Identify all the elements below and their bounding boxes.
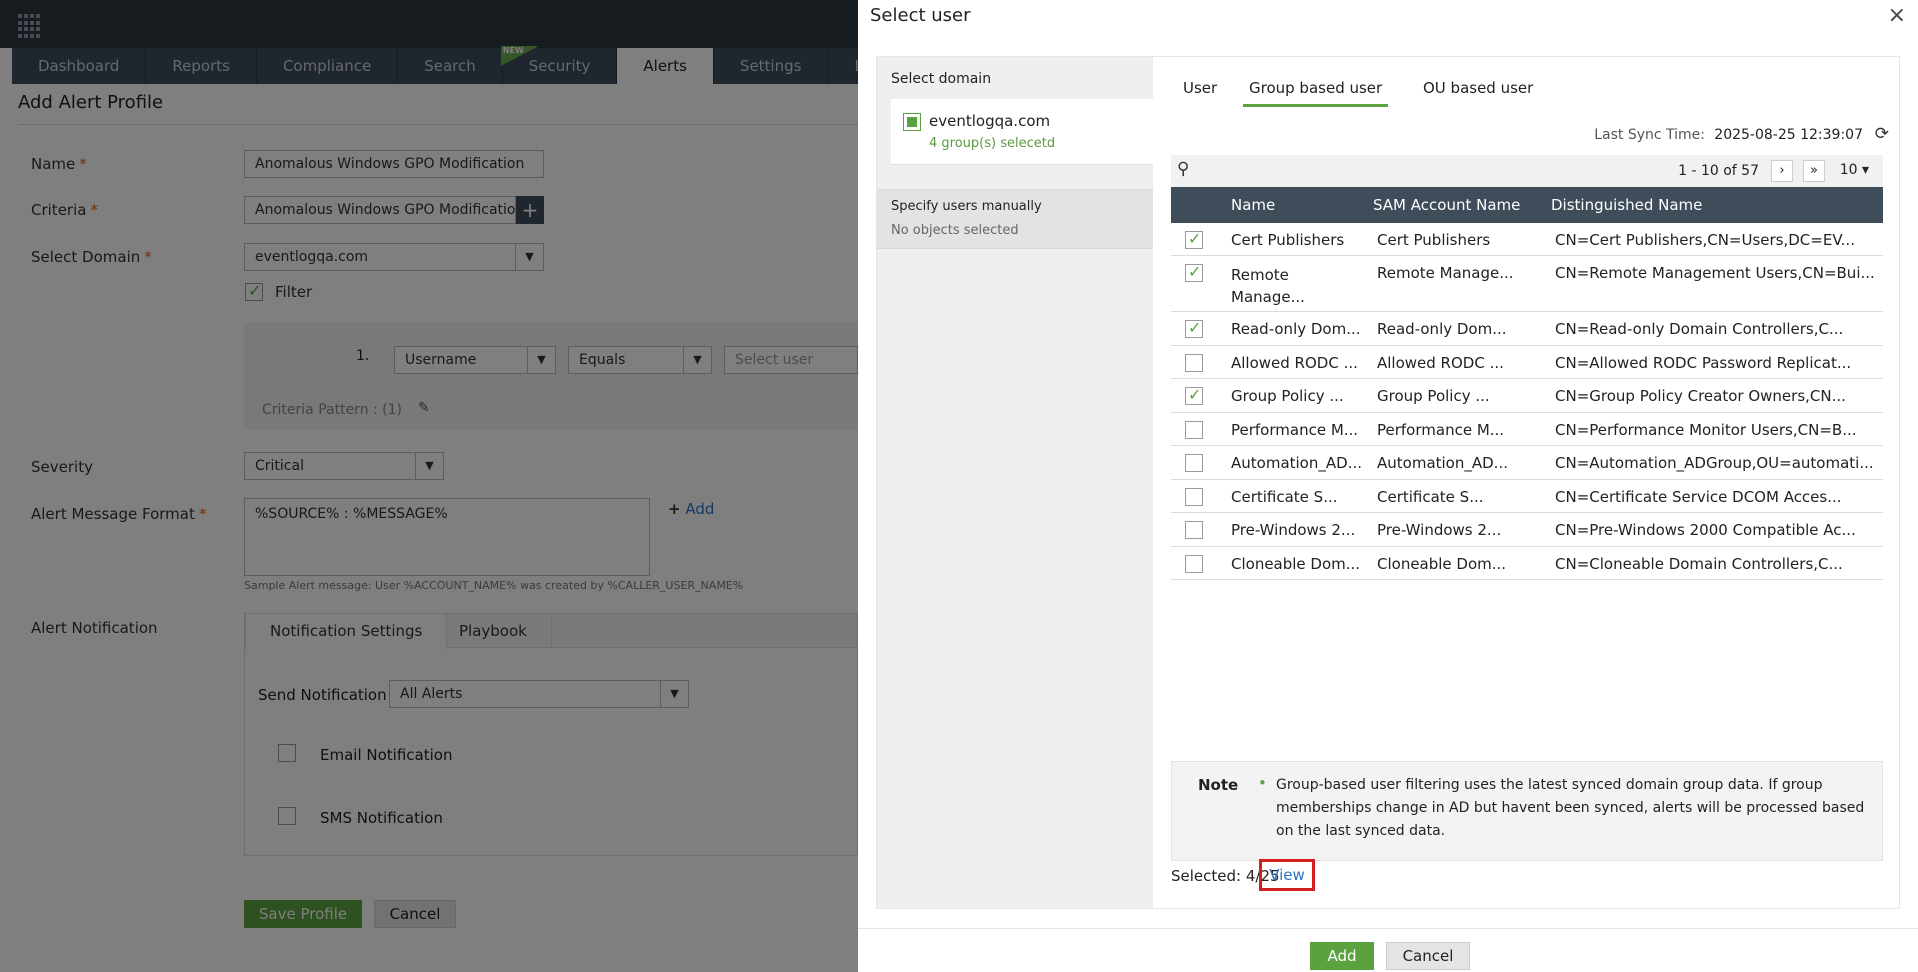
cell-sam-account: Read-only Dom... (1377, 320, 1507, 338)
table-row[interactable]: Automation_AD... Automation_AD... CN=Autom… (1171, 446, 1883, 480)
table-row[interactable]: Cloneable Dom... Cloneable Dom... CN=Clone… (1171, 547, 1883, 580)
tab-ou-based-user[interactable]: OU based user (1417, 71, 1539, 107)
tab-group-based-user[interactable]: Group based user (1243, 71, 1389, 107)
tab-user[interactable]: User (1177, 71, 1223, 107)
table-row[interactable]: Pre-Windows 2... Pre-Windows 2... CN=Pre-W… (1171, 513, 1883, 547)
last-sync-value: 2025-08-25 12:39:07 (1714, 127, 1863, 143)
manual-status: No objects selected (891, 223, 1019, 238)
note-title: Note (1198, 776, 1239, 794)
cell-sam-account: Group Policy ... (1377, 387, 1490, 405)
user-selection-panel: User Group based user OU based user Last… (1153, 57, 1899, 908)
cell-name: Remote Manage... (1231, 266, 1305, 306)
cell-name: Allowed RODC ... (1231, 354, 1358, 372)
select-domain-label: Select domain (891, 71, 992, 87)
close-icon[interactable]: × (1888, 4, 1906, 28)
cell-distinguished-name: CN=Performance Monitor Users,CN=B... (1555, 421, 1857, 439)
cell-name: Cert Publishers (1231, 231, 1345, 249)
table-row[interactable]: Group Policy ... Group Policy ... CN=Group… (1171, 379, 1883, 413)
note-text: Group-based user filtering uses the late… (1276, 777, 1865, 839)
cell-name: Read-only Dom... (1231, 320, 1361, 338)
bullet-icon: • (1258, 774, 1267, 792)
row-checkbox[interactable] (1185, 385, 1203, 405)
cell-distinguished-name: CN=Cloneable Domain Controllers,C... (1555, 555, 1843, 573)
column-name[interactable]: Name (1231, 196, 1275, 214)
view-selected-link[interactable]: View (1259, 859, 1315, 891)
cell-distinguished-name: CN=Cert Publishers,CN=Users,DC=EV... (1555, 231, 1855, 249)
cell-sam-account: Automation_AD... (1377, 454, 1508, 472)
specify-users-manually[interactable]: Specify users manually No objects select… (877, 189, 1153, 249)
row-checkbox[interactable] (1185, 262, 1203, 282)
domain-group-count: 4 group(s) selecetd (929, 136, 1056, 151)
table-row[interactable]: Remote Manage... Remote Manage... CN=Remot… (1171, 256, 1883, 312)
caret-down-icon: ▾ (1861, 162, 1869, 178)
row-checkbox[interactable] (1185, 318, 1203, 338)
table-row[interactable]: Cert Publishers Cert Publishers CN=Cert Pu… (1171, 223, 1883, 256)
manual-title: Specify users manually (891, 199, 1042, 214)
cell-sam-account: Cloneable Dom... (1377, 555, 1507, 573)
note-box: Note • Group-based user filtering uses t… (1171, 761, 1883, 861)
domain-name: eventlogqa.com (929, 112, 1051, 130)
dialog-title: Select user (870, 5, 971, 26)
cell-distinguished-name: CN=Certificate Service DCOM Acces... (1555, 488, 1842, 506)
cell-sam-account: Allowed RODC ... (1377, 354, 1504, 372)
add-button[interactable]: Add (1310, 942, 1374, 970)
select-user-dialog: Select user × Select domain eventlogqa.c… (858, 0, 1918, 972)
search-icon[interactable]: ⚲ (1177, 159, 1189, 179)
groups-table: Name SAM Account Name Distinguished Name… (1171, 187, 1883, 580)
cell-name: Performance M... (1231, 421, 1359, 439)
cell-name: Group Policy ... (1231, 387, 1344, 405)
cell-sam-account: Pre-Windows 2... (1377, 521, 1502, 539)
domain-panel: Select domain eventlogqa.com 4 group(s) … (877, 57, 1153, 908)
table-row[interactable]: Performance M... Performance M... CN=Perfo… (1171, 413, 1883, 446)
row-checkbox[interactable] (1185, 454, 1203, 472)
cell-name: Automation_AD... (1231, 454, 1362, 472)
row-checkbox[interactable] (1185, 354, 1203, 372)
cell-distinguished-name: CN=Automation_ADGroup,OU=automati... (1555, 454, 1874, 472)
cell-distinguished-name: CN=Read-only Domain Controllers,C... (1555, 320, 1844, 338)
table-row[interactable]: Allowed RODC ... Allowed RODC ... CN=Allow… (1171, 346, 1883, 379)
cell-distinguished-name: CN=Pre-Windows 2000 Compatible Ac... (1555, 521, 1856, 539)
row-checkbox[interactable] (1185, 488, 1203, 506)
row-checkbox[interactable] (1185, 229, 1203, 249)
dialog-body: Select domain eventlogqa.com 4 group(s) … (876, 56, 1900, 909)
table-header: Name SAM Account Name Distinguished Name (1171, 187, 1883, 223)
cell-name: Certificate S... (1231, 488, 1338, 506)
cancel-button[interactable]: Cancel (1386, 942, 1470, 970)
table-row[interactable]: Certificate S... Certificate S... CN=Certi… (1171, 480, 1883, 513)
column-sam-account[interactable]: SAM Account Name (1373, 196, 1520, 214)
row-checkbox[interactable] (1185, 521, 1203, 539)
row-checkbox[interactable] (1185, 421, 1203, 439)
cell-sam-account: Cert Publishers (1377, 231, 1491, 249)
domain-checkbox[interactable] (903, 113, 921, 131)
cell-name: Cloneable Dom... (1231, 555, 1361, 573)
cell-distinguished-name: CN=Allowed RODC Password Replicat... (1555, 354, 1852, 372)
refresh-icon[interactable]: ⟳ (1875, 124, 1889, 144)
cell-distinguished-name: CN=Group Policy Creator Owners,CN... (1555, 387, 1846, 405)
per-page-select[interactable]: 10 ▾ (1840, 162, 1869, 178)
row-checkbox[interactable] (1185, 555, 1203, 573)
pagination-info: 1 - 10 of 57 (1678, 163, 1759, 179)
column-distinguished-name[interactable]: Distinguished Name (1551, 196, 1702, 214)
table-body: Cert Publishers Cert Publishers CN=Cert Pu… (1171, 223, 1883, 580)
cell-distinguished-name: CN=Remote Management Users,CN=Bui... (1555, 264, 1875, 282)
next-page-icon[interactable]: › (1771, 160, 1793, 182)
footer-divider (858, 928, 1918, 929)
domain-item[interactable]: eventlogqa.com 4 group(s) selecetd (891, 99, 1153, 165)
table-toolbar: ⚲ 1 - 10 of 57 › » 10 ▾ (1171, 155, 1883, 187)
cell-sam-account: Performance M... (1377, 421, 1505, 439)
last-sync-label: Last Sync Time: (1594, 127, 1705, 143)
last-page-icon[interactable]: » (1803, 160, 1825, 182)
cell-name: Pre-Windows 2... (1231, 521, 1356, 539)
cell-sam-account: Remote Manage... (1377, 264, 1514, 282)
table-row[interactable]: Read-only Dom... Read-only Dom... CN=Read-… (1171, 312, 1883, 346)
cell-sam-account: Certificate S... (1377, 488, 1484, 506)
